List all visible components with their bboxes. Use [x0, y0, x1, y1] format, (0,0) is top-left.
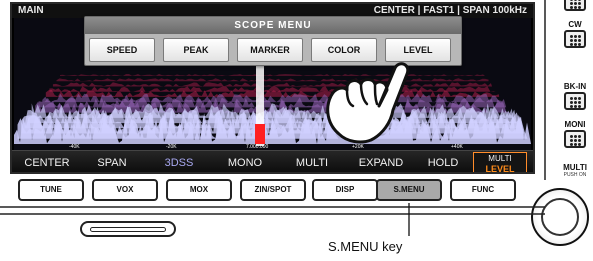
- multi-side-label: MULTI: [563, 163, 587, 172]
- peak-button[interactable]: PEAK: [163, 38, 229, 62]
- speed-label: FAST1: [423, 5, 455, 16]
- bk-in-key[interactable]: BK-IN: [558, 82, 592, 110]
- band-label: MAIN: [18, 5, 44, 16]
- spectrum-traces: [14, 73, 531, 144]
- func-hold[interactable]: HOLD: [418, 151, 468, 172]
- multi-knob-label: MULTI PUSH ON: [558, 163, 592, 178]
- display-screen: MAIN CENTER | FAST1 | SPAN 100kHz -40K -…: [10, 2, 535, 174]
- push-on-label: PUSH ON: [563, 172, 587, 178]
- keypad-icon: [564, 30, 586, 48]
- func-key[interactable]: FUNC: [450, 179, 516, 201]
- moni-key[interactable]: MONI: [558, 120, 592, 148]
- marker-button[interactable]: MARKER: [237, 38, 303, 62]
- s-menu-callout: S.MENU key: [328, 239, 403, 254]
- keypad-icon: [564, 0, 586, 11]
- func-3dss[interactable]: 3DSS: [148, 151, 210, 172]
- spectrum-trace-layer: [49, 86, 496, 92]
- tune-key[interactable]: TUNE: [18, 179, 84, 201]
- radio-front-panel: MAIN CENTER | FAST1 | SPAN 100kHz -40K -…: [0, 0, 593, 261]
- func-multi-level[interactable]: MULTI LEVEL: [473, 152, 527, 174]
- cw-label: CW: [568, 20, 582, 29]
- disp-key[interactable]: DISP: [312, 179, 378, 201]
- func-mono[interactable]: MONO: [214, 151, 276, 172]
- level-label: LEVEL: [485, 164, 515, 174]
- card-slot: [80, 221, 176, 237]
- center-label: CENTER: [373, 5, 415, 16]
- func-center[interactable]: CENTER: [16, 151, 78, 172]
- func-span[interactable]: SPAN: [82, 151, 142, 172]
- side-key-top[interactable]: [558, 0, 592, 11]
- span-label: SPAN 100kHz: [462, 5, 527, 16]
- func-expand[interactable]: EXPAND: [346, 151, 416, 172]
- bk-in-label: BK-IN: [563, 82, 587, 91]
- function-bar: CENTER SPAN 3DSS MONO MULTI EXPAND HOLD …: [12, 150, 533, 174]
- multi-label: MULTI: [488, 154, 512, 163]
- s-menu-key[interactable]: S.MENU: [376, 179, 442, 201]
- center-signal-base: [255, 124, 265, 144]
- speed-button[interactable]: SPEED: [89, 38, 155, 62]
- spectrum-trace-layer: [52, 82, 493, 87]
- func-multi[interactable]: MULTI: [282, 151, 342, 172]
- keypad-icon: [564, 92, 586, 110]
- cw-key[interactable]: CW: [558, 20, 592, 48]
- spectrum-trace-layer: [56, 78, 489, 82]
- zin-spot-key[interactable]: ZIN/SPOT: [240, 179, 306, 201]
- vox-key[interactable]: VOX: [92, 179, 158, 201]
- multi-function-knob[interactable]: [531, 188, 589, 246]
- scope-menu-title: SCOPE MENU: [85, 17, 461, 34]
- spectrum-trace-layer: [60, 73, 485, 76]
- pointing-hand-icon: [326, 62, 410, 144]
- mox-key[interactable]: MOX: [166, 179, 232, 201]
- keypad-icon: [564, 130, 586, 148]
- moni-label: MONI: [564, 120, 586, 129]
